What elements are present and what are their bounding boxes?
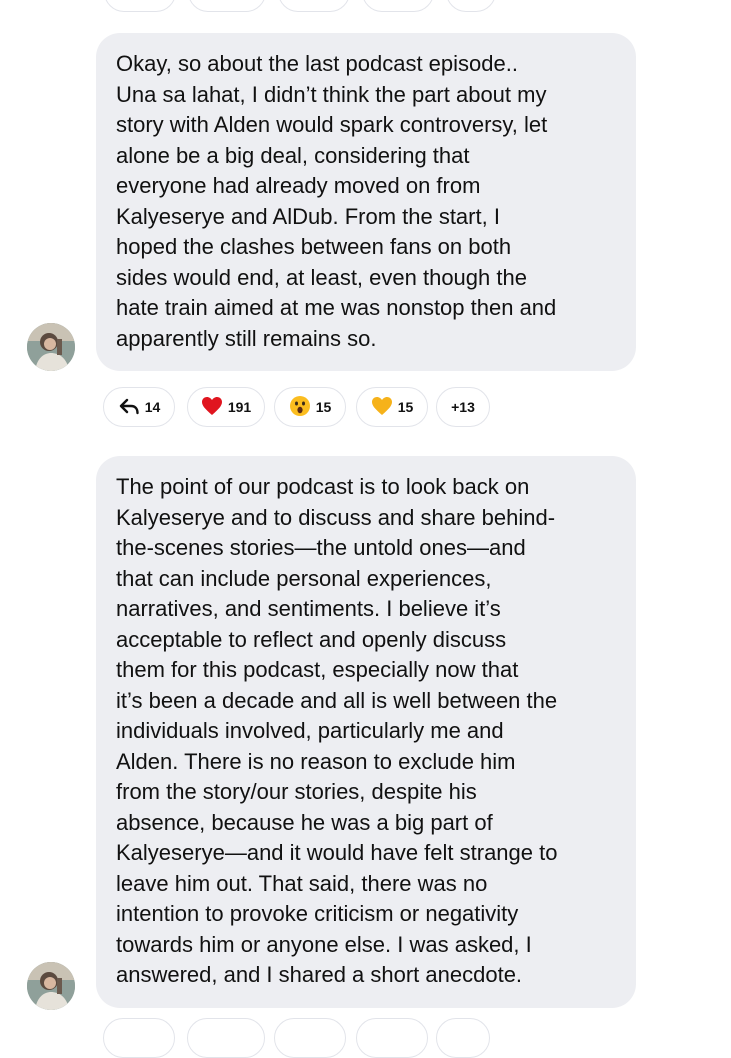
message-line: story with Alden would spark controversy… [116, 112, 548, 137]
message-line: leave him out. That said, there was no [116, 870, 488, 896]
reaction-pill-partial[interactable] [436, 1018, 490, 1058]
avatar[interactable] [27, 962, 75, 1010]
message-line: acceptable to reflect and openly discuss [116, 626, 507, 652]
yellow-heart-emoji-icon [371, 396, 393, 419]
message-line: absence, because he was a big part of [116, 809, 493, 835]
previous-reaction-pill[interactable] [446, 0, 496, 12]
message-line: apparently still remains so. [116, 325, 377, 351]
message-line: the-scenes stories—the untold ones—and [116, 535, 526, 560]
reaction-pill-partial[interactable] [274, 1018, 346, 1058]
avatar-photo [27, 323, 75, 371]
previous-reaction-pill[interactable] [362, 0, 434, 12]
reply-count: 14 [144, 399, 161, 415]
message-line: Okay, so about the last podcast episode.… [116, 51, 518, 76]
reaction-pill-partial[interactable] [103, 1018, 175, 1058]
message-line: answered, and I shared a short anecdote. [116, 962, 523, 987]
message-line: narratives, and sentiments. I believe it… [116, 596, 501, 621]
previous-reaction-pill[interactable] [188, 0, 266, 12]
avatar-photo [27, 962, 75, 1010]
message-line: sides would end, at least, even though t… [116, 264, 527, 290]
message-line: them for this podcast, especially now th… [116, 657, 519, 682]
message-line: it’s been a decade and all is well betwe… [116, 687, 558, 713]
heart-count: 191 [227, 399, 252, 415]
message-line: Kalyeserye and AlDub. From the start, I [116, 203, 500, 229]
message-line: everyone had already moved on from [116, 173, 481, 198]
surprised-face-emoji-icon [289, 395, 311, 420]
message-line: hoped the clashes between fans on both [116, 234, 512, 259]
wow-reaction-pill[interactable]: 15 [274, 387, 346, 427]
reply-count-pill[interactable]: 14 [103, 387, 175, 427]
reply-arrow-icon [118, 397, 140, 418]
more-reactions-pill[interactable]: +13 [436, 387, 490, 427]
avatar[interactable] [27, 323, 75, 371]
reaction-pill-partial[interactable] [187, 1018, 265, 1058]
heart-reaction-pill[interactable]: 191 [187, 387, 265, 427]
red-heart-emoji-icon [201, 396, 223, 419]
message-line: alone be a big deal, considering that [116, 142, 470, 168]
message-line: Kalyeserye—and it would have felt strang… [116, 840, 558, 865]
message-line: towards him or anyone else. I was asked,… [116, 931, 532, 957]
message-line: that can include personal experiences, [116, 565, 492, 591]
message-text: Okay, so about the last podcast episode.… [116, 49, 618, 354]
previous-reaction-pill[interactable] [104, 0, 176, 12]
yellow-heart-count: 15 [397, 399, 414, 415]
message-line: intention to provoke criticism or negati… [116, 901, 519, 926]
yellow-heart-reaction-pill[interactable]: 15 [356, 387, 428, 427]
message-line: individuals involved, particularly me an… [116, 718, 504, 743]
message-line: Kalyeserye and to discuss and share behi… [116, 504, 556, 530]
reaction-pill-partial[interactable] [356, 1018, 428, 1058]
message-bubble[interactable]: The point of our podcast is to look back… [96, 456, 636, 1008]
message-line: hate train aimed at me was nonstop then … [116, 295, 557, 320]
message-bubble[interactable]: Okay, so about the last podcast episode.… [96, 33, 636, 371]
wow-count: 15 [315, 399, 332, 415]
message-text: The point of our podcast is to look back… [116, 472, 618, 991]
message-line: Alden. There is no reason to exclude him [116, 748, 516, 774]
message-line: The point of our podcast is to look back… [116, 474, 530, 499]
more-reactions-count: +13 [451, 399, 475, 415]
previous-reaction-pill[interactable] [278, 0, 350, 12]
message-line: Una sa lahat, I didn’t think the part ab… [116, 81, 547, 107]
message-line: from the story/our stories, despite his [116, 779, 477, 804]
